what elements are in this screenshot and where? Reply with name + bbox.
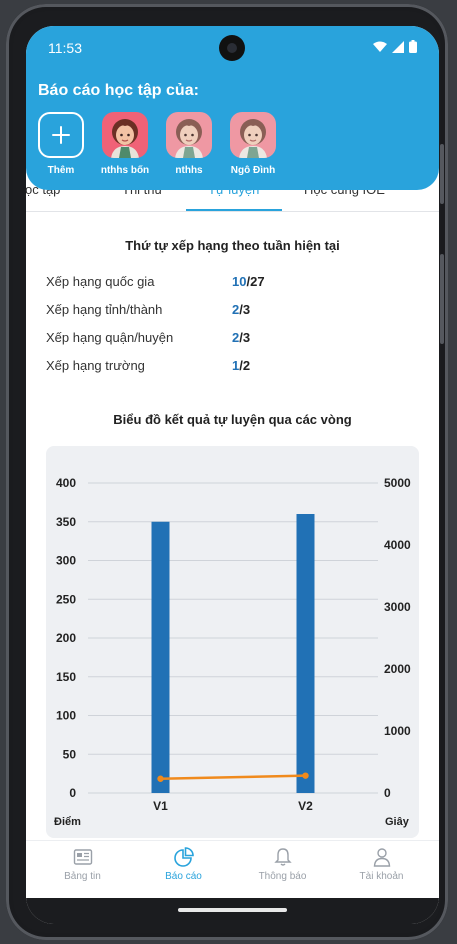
girl-avatar-icon	[230, 112, 276, 158]
y-tick-label-right: 3000	[384, 600, 411, 614]
nav-label: Bảng tin	[64, 871, 101, 882]
pie-chart-icon	[173, 847, 194, 867]
profile-name: nthhs bốn	[100, 165, 150, 176]
nav-label: Tài khoản	[359, 871, 404, 882]
ranking-row: Xếp hạng quận/huyện 2/3	[46, 330, 426, 350]
chart-point	[157, 775, 164, 782]
y-tick-label-right: 4000	[384, 538, 411, 552]
ranking-value: 1/2	[232, 358, 250, 373]
header-title: Báo cáo học tập của:	[38, 82, 199, 99]
y-tick-label-right: 0	[384, 786, 391, 800]
plus-icon[interactable]	[38, 112, 84, 158]
profile-list: Thêm nthhs bốn nthhs Ngô Đình	[38, 112, 276, 176]
profile-item[interactable]: nthhs bốn	[100, 112, 150, 176]
nav-label: Thông báo	[258, 871, 307, 882]
ranking-value: 10/27	[232, 274, 265, 289]
y-axis-label-left: Điểm	[54, 816, 81, 828]
y-axis-label-right: Giây	[385, 816, 410, 828]
app-screen: 11:53 Báo cáo học tập của: Thêm nthhs bố…	[26, 26, 439, 924]
ranking-label: Xếp hạng tỉnh/thành	[46, 302, 163, 317]
bottom-nav: Bảng tin Báo cáo Thông báo Tài khoản	[26, 840, 439, 898]
y-tick-label-left: 100	[56, 709, 76, 723]
newspaper-icon	[73, 849, 92, 865]
chart-bar	[151, 521, 170, 793]
status-bar: 11:53	[26, 26, 439, 70]
y-tick-label-left: 50	[63, 747, 77, 761]
x-tick-label: V2	[298, 799, 313, 813]
signal-icon	[392, 40, 404, 53]
y-tick-label-right: 5000	[384, 476, 411, 490]
chart-bar	[296, 514, 315, 793]
ranking-row: Xếp hạng trường 1/2	[46, 358, 426, 378]
wifi-icon	[373, 41, 387, 52]
ranking-label: Xếp hạng quốc gia	[46, 274, 155, 289]
y-tick-label-left: 350	[56, 515, 76, 529]
chart-svg: 400 350 300 250 200 150 100 50 0 5000 4000 3000 2000…	[54, 476, 411, 828]
ranking-total: 27	[250, 274, 265, 289]
x-tick-label: V1	[153, 799, 168, 813]
front-camera	[219, 35, 245, 61]
ranking-title: Thứ tự xếp hạng theo tuần hiện tại	[125, 238, 340, 253]
add-profile-label: Thêm	[47, 165, 75, 176]
y-tick-label-right: 2000	[384, 662, 411, 676]
nav-item-bang-tin[interactable]: Bảng tin	[31, 847, 134, 882]
ranking-value: 2/3	[232, 330, 250, 345]
bell-icon	[273, 848, 292, 866]
gesture-area	[26, 898, 439, 924]
y-tick-label-left: 150	[56, 670, 76, 684]
home-indicator[interactable]	[178, 908, 287, 912]
nav-item-tai-khoan[interactable]: Tài khoản	[330, 847, 433, 882]
ranking-value: 2/3	[232, 302, 250, 317]
volume-button	[440, 144, 444, 204]
ranking-current: 10	[232, 274, 247, 289]
y-tick-label-right: 1000	[384, 724, 411, 738]
profile-name: Ngô Đình	[230, 165, 276, 176]
chart-title: Biểu đồ kết quả tự luyện qua các vòng	[113, 412, 352, 427]
y-tick-label-left: 250	[56, 592, 76, 606]
chart-line	[160, 774, 306, 780]
y-tick-label-left: 400	[56, 476, 76, 490]
user-icon	[373, 848, 390, 867]
phone-frame: 11:53 Báo cáo học tập của: Thêm nthhs bố…	[6, 4, 448, 940]
y-tick-label-left: 300	[56, 554, 76, 568]
battery-icon	[409, 40, 417, 53]
active-tab-indicator	[186, 209, 282, 211]
nav-item-bao-cao[interactable]: Báo cáo	[132, 847, 235, 882]
girl-avatar-icon	[102, 112, 148, 158]
report-header: Báo cáo học tập của: Thêm nthhs bốn nthh…	[26, 70, 439, 190]
nav-label: Báo cáo	[165, 871, 202, 882]
status-time: 11:53	[48, 40, 82, 56]
ranking-row: Xếp hạng tỉnh/thành 2/3	[46, 302, 426, 322]
status-icons	[373, 40, 417, 53]
chart-point	[302, 772, 309, 779]
ranking-row: Xếp hạng quốc gia 10/27	[46, 274, 426, 294]
ranking-total: 2	[242, 358, 251, 373]
profile-item[interactable]: nthhs	[166, 112, 212, 176]
y-tick-label-left: 0	[69, 786, 76, 800]
profile-name: nthhs	[175, 165, 203, 176]
progress-chart: 400 350 300 250 200 150 100 50 0 5000 4000 3000 2000…	[46, 446, 419, 838]
add-profile-button[interactable]: Thêm	[38, 112, 84, 176]
ranking-total: 3	[242, 302, 251, 317]
ranking-label: Xếp hạng trường	[46, 358, 145, 373]
girl-avatar-icon	[166, 112, 212, 158]
power-button	[440, 254, 444, 344]
ranking-total: 3	[242, 330, 251, 345]
nav-item-thong-bao[interactable]: Thông báo	[231, 847, 334, 882]
ranking-label: Xếp hạng quận/huyện	[46, 330, 174, 345]
profile-item[interactable]: Ngô Đình	[230, 112, 276, 176]
y-tick-label-left: 200	[56, 631, 76, 645]
